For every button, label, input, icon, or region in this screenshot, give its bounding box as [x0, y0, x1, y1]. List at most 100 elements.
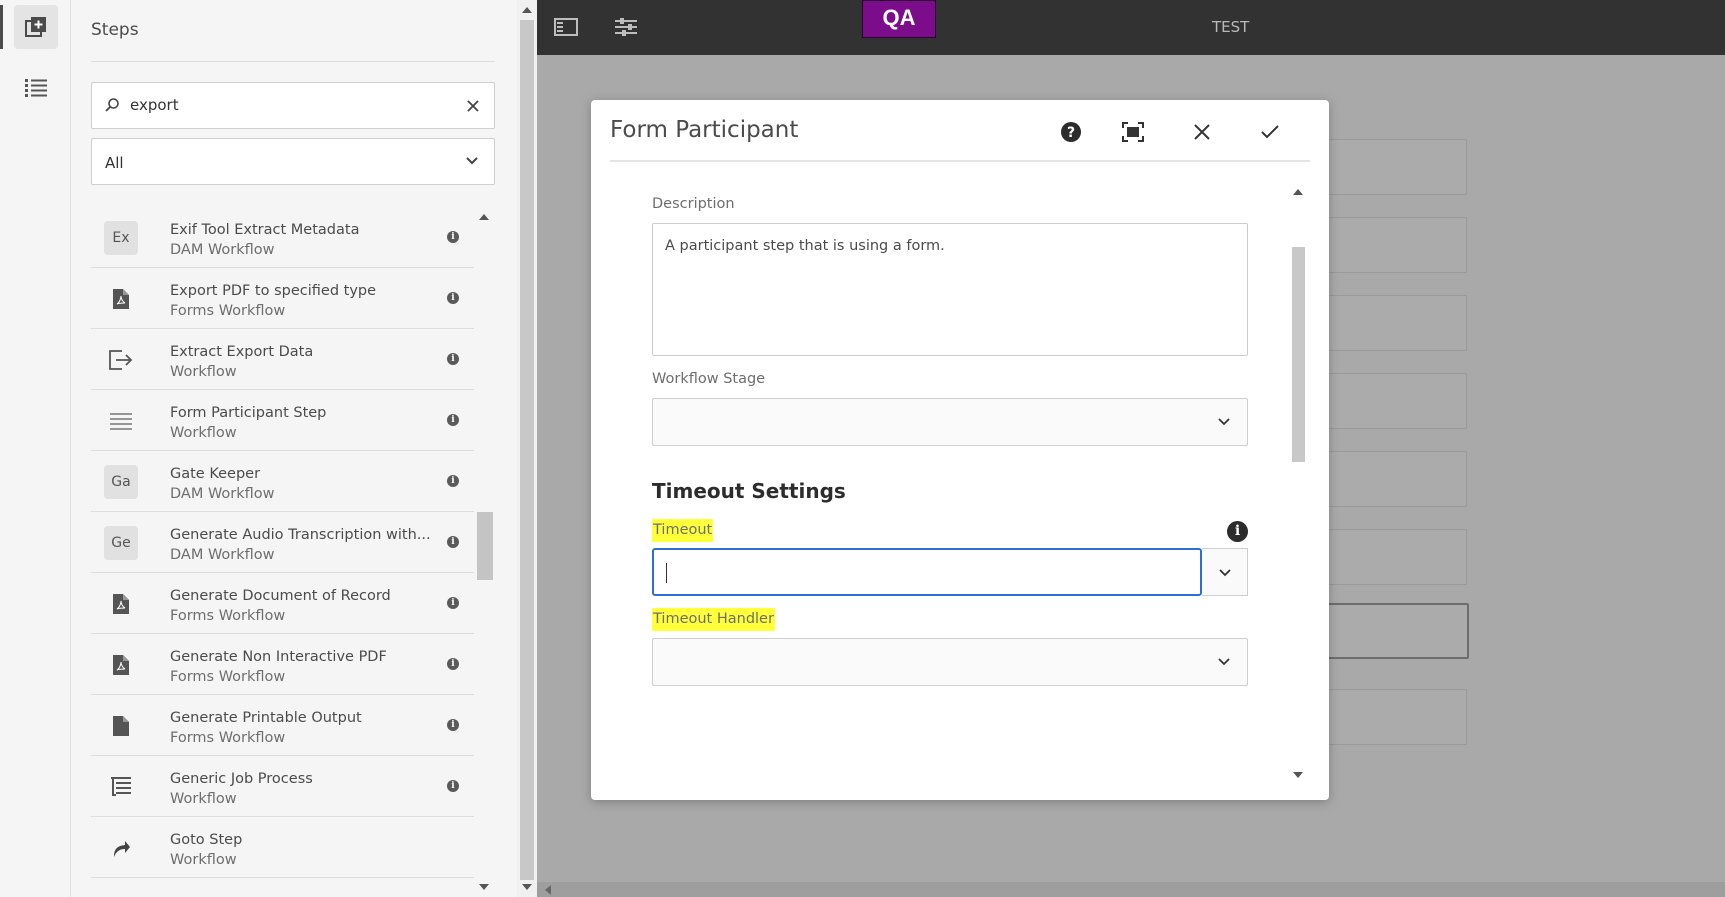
- info-icon[interactable]: i: [1227, 521, 1248, 542]
- step-search-field[interactable]: export: [91, 82, 495, 129]
- pdf-icon: [104, 587, 138, 621]
- workflow-step-node[interactable]: [1317, 217, 1467, 273]
- step-title: Generate Non Interactive PDF: [170, 649, 387, 665]
- description-textarea[interactable]: A participant step that is using a form.: [652, 223, 1248, 356]
- close-button[interactable]: [1188, 118, 1216, 146]
- process-icon: [104, 770, 138, 804]
- workflow-step-node[interactable]: [1317, 451, 1467, 507]
- help-button[interactable]: ?: [1057, 118, 1085, 146]
- help-icon: ?: [1061, 122, 1081, 142]
- timeout-input[interactable]: [652, 548, 1202, 596]
- close-icon: [1194, 124, 1210, 140]
- step-title: Generate Document of Record: [170, 588, 391, 604]
- add-step-rail-button[interactable]: [0, 5, 58, 49]
- scroll-down-arrow-icon[interactable]: [479, 884, 489, 890]
- list-rail-button[interactable]: [14, 66, 58, 110]
- step-list-item[interactable]: Generate Document of Record Forms Workfl…: [91, 573, 474, 634]
- dialog-body: Description A participant step that is u…: [610, 172, 1290, 792]
- scroll-up-arrow-icon[interactable]: [522, 7, 532, 13]
- dialog-divider: [610, 160, 1310, 162]
- info-icon[interactable]: i: [447, 597, 459, 609]
- step-list-item[interactable]: Form Participant Step Workflow i: [91, 390, 474, 451]
- step-list-item[interactable]: Ga Gate Keeper DAM Workflow i: [91, 451, 474, 512]
- step-title: Form Participant Step: [170, 405, 327, 421]
- timeout-settings-heading: Timeout Settings: [652, 479, 846, 503]
- step-title: Exif Tool Extract Metadata: [170, 222, 360, 238]
- step-group-filter[interactable]: All: [91, 138, 495, 185]
- step-list-item[interactable]: Generic Job Process Workflow i: [91, 756, 474, 817]
- info-icon[interactable]: i: [447, 536, 459, 548]
- info-icon[interactable]: i: [447, 719, 459, 731]
- timeout-dropdown-button[interactable]: [1202, 548, 1248, 596]
- step-list-item[interactable]: Ex Exif Tool Extract Metadata DAM Workfl…: [91, 207, 474, 268]
- step-list-item[interactable]: Generate Printable Output Forms Workflow…: [91, 695, 474, 756]
- info-icon[interactable]: i: [447, 231, 459, 243]
- text-cursor: [666, 563, 667, 583]
- step-badge-icon: Ga: [104, 465, 138, 499]
- scroll-thumb[interactable]: [477, 512, 493, 580]
- chevron-down-icon: [466, 157, 478, 165]
- workflow-step-node[interactable]: [1317, 529, 1467, 585]
- info-icon[interactable]: i: [447, 475, 459, 487]
- step-group: DAM Workflow: [170, 547, 275, 563]
- info-icon[interactable]: i: [447, 292, 459, 304]
- timeout-handler-select[interactable]: [652, 638, 1248, 686]
- clear-search-icon[interactable]: [464, 97, 482, 115]
- steps-panel: Steps export All Ex Exif Tool Extract Me…: [71, 0, 517, 897]
- timeout-label-text: Timeout: [652, 519, 714, 542]
- step-list-item[interactable]: Ge Generate Audio Transcription with... …: [91, 512, 474, 573]
- step-title: Generate Audio Transcription with...: [170, 527, 431, 543]
- scroll-up-arrow-icon[interactable]: [479, 214, 489, 220]
- step-title: Generate Printable Output: [170, 710, 362, 726]
- list-icon: [25, 79, 47, 97]
- panel-scrollbar[interactable]: [517, 0, 537, 897]
- export-icon: [104, 343, 138, 377]
- info-icon[interactable]: i: [447, 658, 459, 670]
- step-group: Workflow: [170, 791, 237, 807]
- sliders-icon[interactable]: [613, 14, 639, 40]
- left-rail: [0, 0, 71, 897]
- workflow-stage-label: Workflow Stage: [652, 371, 766, 387]
- step-group: Forms Workflow: [170, 669, 286, 685]
- done-button[interactable]: [1256, 118, 1284, 146]
- canvas-horizontal-scrollbar[interactable]: [537, 882, 1725, 897]
- info-icon[interactable]: i: [447, 414, 459, 426]
- scroll-thumb[interactable]: [520, 20, 534, 880]
- selected-workflow-step-node[interactable]: [1317, 603, 1469, 659]
- environment-badge: QA: [862, 0, 936, 38]
- panel-divider: [91, 61, 495, 62]
- search-input[interactable]: export: [130, 96, 179, 114]
- step-list-item[interactable]: Export PDF to specified type Forms Workf…: [91, 268, 474, 329]
- workflow-step-node[interactable]: [1317, 295, 1467, 351]
- step-list-item[interactable]: Goto Step Workflow: [91, 817, 474, 878]
- step-group: Forms Workflow: [170, 303, 286, 319]
- step-group: Workflow: [170, 852, 237, 868]
- step-list-item[interactable]: Generate Non Interactive PDF Forms Workf…: [91, 634, 474, 695]
- toggle-side-panel-icon[interactable]: [553, 14, 579, 40]
- dialog-scrollbar[interactable]: [1290, 182, 1307, 787]
- info-icon[interactable]: i: [447, 780, 459, 792]
- step-title: Gate Keeper: [170, 466, 261, 482]
- workflow-step-node[interactable]: [1317, 139, 1467, 195]
- workflow-step-node[interactable]: [1317, 373, 1467, 429]
- pdf-icon: [104, 648, 138, 682]
- steps-list-scrollbar[interactable]: [476, 207, 493, 897]
- timeout-handler-label: Timeout Handler: [652, 608, 775, 631]
- scroll-down-arrow-icon[interactable]: [522, 884, 532, 890]
- fullscreen-button[interactable]: [1119, 118, 1147, 146]
- lines-icon: [104, 404, 138, 438]
- scroll-up-arrow-icon[interactable]: [1293, 189, 1303, 195]
- scroll-down-arrow-icon[interactable]: [1293, 772, 1303, 778]
- document-icon: [104, 709, 138, 743]
- timeout-label: Timeout: [652, 519, 714, 542]
- workflow-stage-select[interactable]: [652, 398, 1248, 446]
- step-group: DAM Workflow: [170, 486, 275, 502]
- pdf-icon: [104, 282, 138, 316]
- info-icon[interactable]: i: [447, 353, 459, 365]
- scroll-thumb[interactable]: [1292, 247, 1305, 462]
- step-title: Goto Step: [170, 832, 243, 848]
- workflow-step-node[interactable]: [1317, 689, 1467, 745]
- step-list-item[interactable]: Extract Export Data Workflow i: [91, 329, 474, 390]
- step-group: Forms Workflow: [170, 730, 286, 746]
- scroll-left-arrow-icon[interactable]: [545, 885, 551, 895]
